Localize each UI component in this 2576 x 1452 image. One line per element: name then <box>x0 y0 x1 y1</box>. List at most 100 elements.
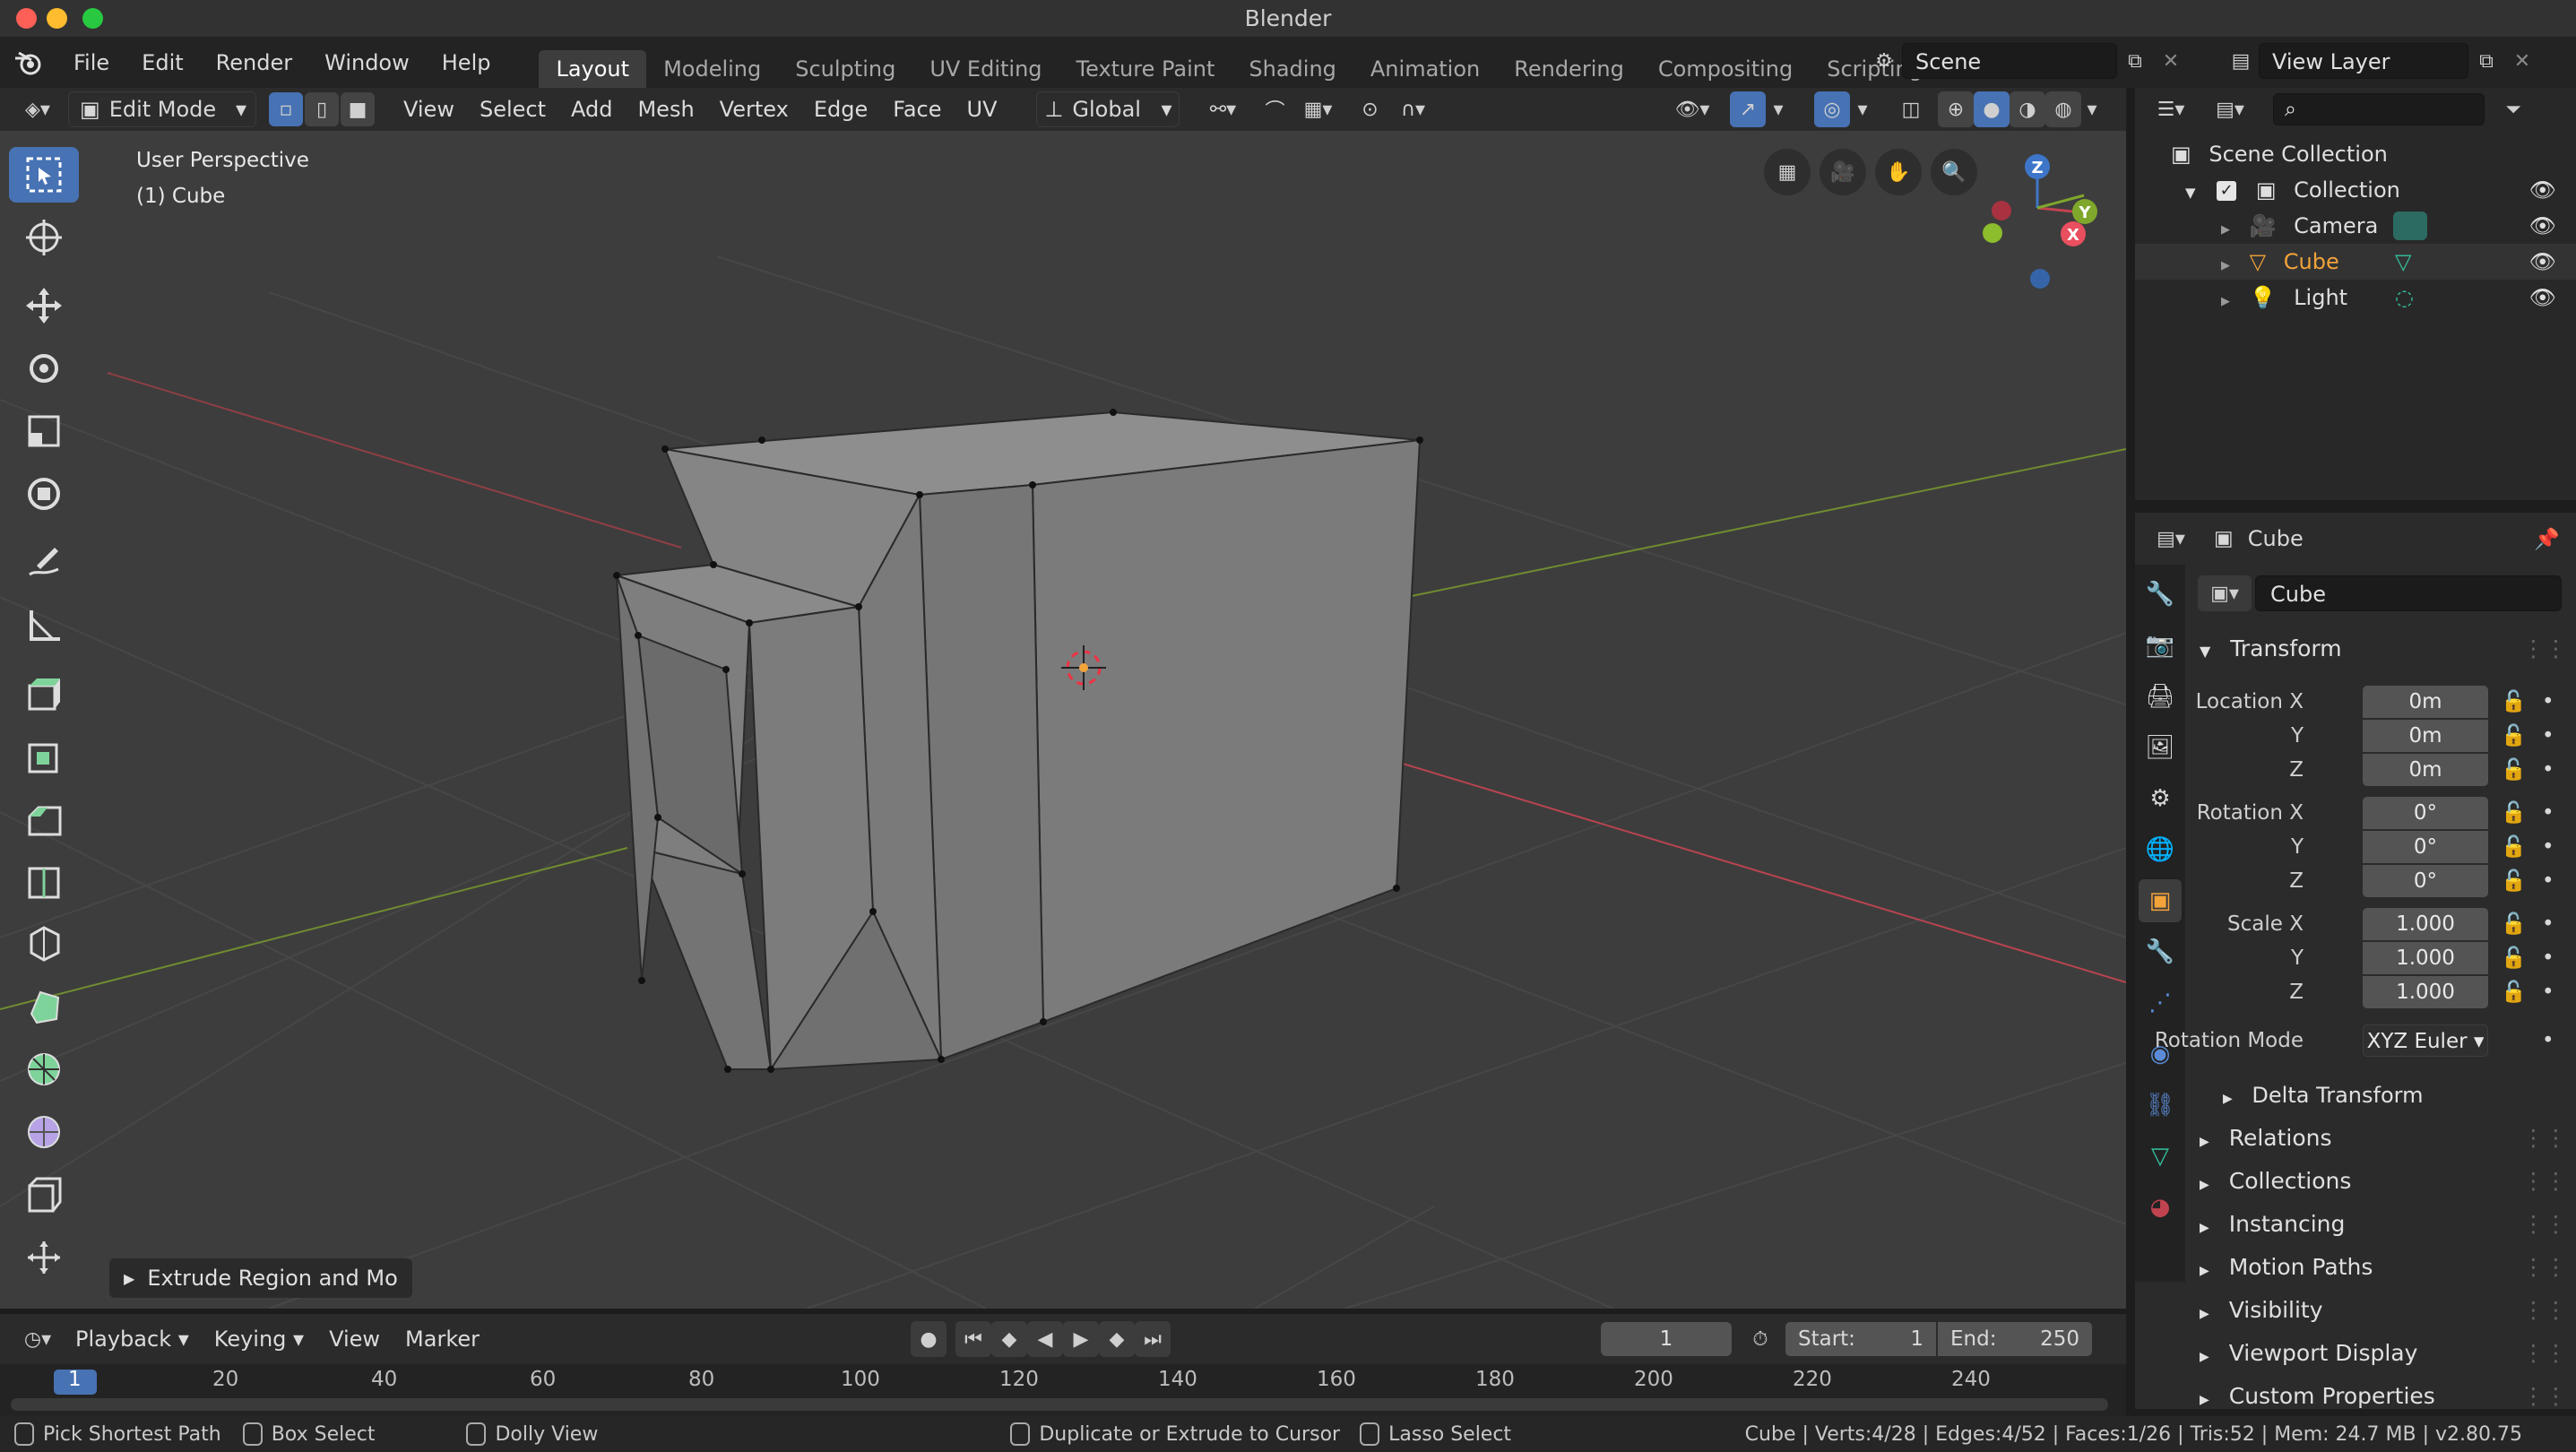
display-mode-icon[interactable]: ▤▾ <box>2205 91 2255 127</box>
menu-uv[interactable]: UV <box>955 91 1010 127</box>
scale-x-field[interactable]: 1.000 <box>2363 908 2488 940</box>
menu-vertex[interactable]: Vertex <box>707 91 801 127</box>
lock-icon[interactable]: 🔓 <box>2501 754 2527 786</box>
object-tab-icon[interactable]: ▣ <box>2139 879 2182 922</box>
drag-handle-icon[interactable]: ⋮⋮ <box>2522 1205 2567 1244</box>
scene-tab-icon[interactable]: ⚙ <box>2139 777 2182 820</box>
annotate-tool[interactable] <box>9 534 79 590</box>
navigation-gizmo[interactable]: Z X Y <box>1983 154 2097 289</box>
tab-shading[interactable]: Shading <box>1232 50 1353 88</box>
mesh-data-icon[interactable]: ▽ <box>2395 244 2411 280</box>
pivot-point-icon[interactable]: ⚯▾ <box>1197 91 1248 127</box>
viewport-display-panel-header[interactable]: ▶ Viewport Display ⋮⋮ <box>2187 1334 2572 1373</box>
current-frame-field[interactable]: 1 <box>1601 1322 1732 1356</box>
tree-item-scene-collection[interactable]: ▣ Scene Collection <box>2135 136 2576 172</box>
poly-build-tool[interactable] <box>9 979 79 1034</box>
mode-dropdown[interactable]: ▣ Edit Mode ▾ <box>68 91 256 127</box>
rotation-y-field[interactable]: 0° <box>2363 831 2488 863</box>
keyframe-dot-icon[interactable]: • <box>2542 797 2554 829</box>
expand-arrow-icon[interactable]: ▶ <box>2221 223 2230 237</box>
tree-item-camera[interactable]: ▶ 🎥 Camera 👁 <box>2135 208 2576 244</box>
remove-scene-icon[interactable]: ✕ <box>2153 43 2189 79</box>
eye-icon[interactable]: 👁 <box>2529 208 2556 244</box>
collections-panel-header[interactable]: ▶ Collections ⋮⋮ <box>2187 1162 2572 1201</box>
drag-handle-icon[interactable]: ⋮⋮ <box>2522 1377 2567 1416</box>
material-shading-icon[interactable]: ◑ <box>2010 91 2045 127</box>
solid-shading-icon[interactable]: ● <box>1974 91 2010 127</box>
drag-handle-icon[interactable]: ⋮⋮ <box>2522 1162 2567 1201</box>
falloff-icon[interactable]: ∩▾ <box>1387 91 1438 127</box>
keyframe-dot-icon[interactable]: • <box>2542 1024 2554 1057</box>
viewport-scene[interactable]: Z X Y <box>0 131 2126 1309</box>
blender-logo-icon[interactable] <box>0 49 57 76</box>
menu-edit[interactable]: Edit <box>125 38 199 88</box>
particles-tab-icon[interactable]: ⋰ <box>2139 981 2182 1024</box>
drag-handle-icon[interactable]: ⋮⋮ <box>2522 629 2567 669</box>
instancing-panel-header[interactable]: ▶ Instancing ⋮⋮ <box>2187 1205 2572 1244</box>
face-select-icon[interactable]: ■ <box>341 92 375 126</box>
scale-z-field[interactable]: 1.000 <box>2363 976 2488 1008</box>
cursor-tool[interactable] <box>9 210 79 265</box>
extrude-tool[interactable] <box>9 665 79 721</box>
rotation-x-field[interactable]: 0° <box>2363 797 2488 829</box>
start-frame-field[interactable]: Start: 1 <box>1785 1322 1936 1356</box>
drag-handle-icon[interactable]: ⋮⋮ <box>2522 1334 2567 1373</box>
menu-help[interactable]: Help <box>426 38 507 88</box>
modifiers-tab-icon[interactable]: 🔧 <box>2139 930 2182 973</box>
rotate-tool[interactable] <box>9 341 79 396</box>
proportional-edit-icon[interactable]: ⊙ <box>1352 91 1387 127</box>
pin-icon[interactable]: 📌 <box>2534 527 2560 551</box>
smooth-tool[interactable] <box>9 1104 79 1160</box>
drag-handle-icon[interactable]: ⋮⋮ <box>2522 1291 2567 1330</box>
tab-compositing[interactable]: Compositing <box>1641 50 1810 88</box>
object-type-icon[interactable]: ▣▾ <box>2198 575 2252 611</box>
expand-arrow-icon[interactable]: ▼ <box>2185 185 2196 201</box>
transform-panel-header[interactable]: ▼ Transform ⋮⋮ <box>2187 629 2572 669</box>
edge-slide-tool[interactable] <box>9 1167 79 1223</box>
pan-hand-icon[interactable]: ✋ <box>1875 149 1922 195</box>
object-name-field[interactable]: Cube <box>2255 575 2562 611</box>
snap-icon[interactable]: ⌒ <box>1257 91 1292 127</box>
stopwatch-icon[interactable]: ⏱ <box>1742 1321 1778 1357</box>
material-tab-icon[interactable]: ◕ <box>2139 1186 2182 1229</box>
menu-view[interactable]: View <box>316 1321 393 1357</box>
menu-render[interactable]: Render <box>200 38 308 88</box>
prev-keyframe-icon[interactable]: ◆ <box>991 1321 1027 1357</box>
drag-handle-icon[interactable]: ⋮⋮ <box>2522 1119 2567 1158</box>
view-layer-icon[interactable]: ▤ <box>2223 43 2259 79</box>
zoom-icon[interactable]: 🔍 <box>1931 149 1977 195</box>
menu-file[interactable]: File <box>57 38 125 88</box>
menu-playback[interactable]: Playback ▾ <box>63 1321 202 1357</box>
eye-icon[interactable]: 👁 <box>2529 172 2556 208</box>
editor-type-icon[interactable]: ☰▾ <box>2146 91 2196 127</box>
play-reverse-icon[interactable]: ◀ <box>1027 1321 1063 1357</box>
chevron-down-icon[interactable]: ▾ <box>1768 91 1789 127</box>
tab-modeling[interactable]: Modeling <box>646 50 778 88</box>
move-tool[interactable] <box>9 278 79 333</box>
maximize-window-icon[interactable] <box>82 8 103 29</box>
bevel-tool[interactable] <box>9 791 79 846</box>
measure-tool[interactable] <box>9 597 79 653</box>
vertex-select-icon[interactable]: ▫ <box>269 92 303 126</box>
location-z-field[interactable]: 0m <box>2363 754 2488 786</box>
jump-start-icon[interactable]: ⏮ <box>955 1321 991 1357</box>
menu-edge[interactable]: Edge <box>801 91 880 127</box>
tab-layout[interactable]: Layout <box>539 50 647 88</box>
lock-icon[interactable]: 🔓 <box>2501 797 2527 829</box>
motion-paths-panel-header[interactable]: ▶ Motion Paths ⋮⋮ <box>2187 1248 2572 1287</box>
keyframe-dot-icon[interactable]: • <box>2542 720 2554 752</box>
jump-end-icon[interactable]: ⏭ <box>1135 1321 1171 1357</box>
rotation-z-field[interactable]: 0° <box>2363 865 2488 897</box>
visibility-options-icon[interactable]: 👁▾ <box>1665 91 1719 127</box>
overlays-toggle-icon[interactable]: ◎ <box>1814 91 1850 127</box>
tree-item-collection[interactable]: ▼ ✓ ▣ Collection 👁 <box>2135 172 2576 208</box>
shrink-fatten-tool[interactable] <box>9 1230 79 1285</box>
scale-y-field[interactable]: 1.000 <box>2363 942 2488 974</box>
inset-tool[interactable] <box>9 728 79 783</box>
outliner-search-input[interactable]: ⌕ <box>2273 93 2485 125</box>
keyframe-dot-icon[interactable]: • <box>2542 976 2554 1008</box>
delta-transform-subpanel[interactable]: ▶ Delta Transform <box>2207 1076 2576 1115</box>
location-x-field[interactable]: 0m <box>2363 686 2488 718</box>
knife-tool[interactable] <box>9 916 79 972</box>
tab-animation[interactable]: Animation <box>1353 50 1497 88</box>
